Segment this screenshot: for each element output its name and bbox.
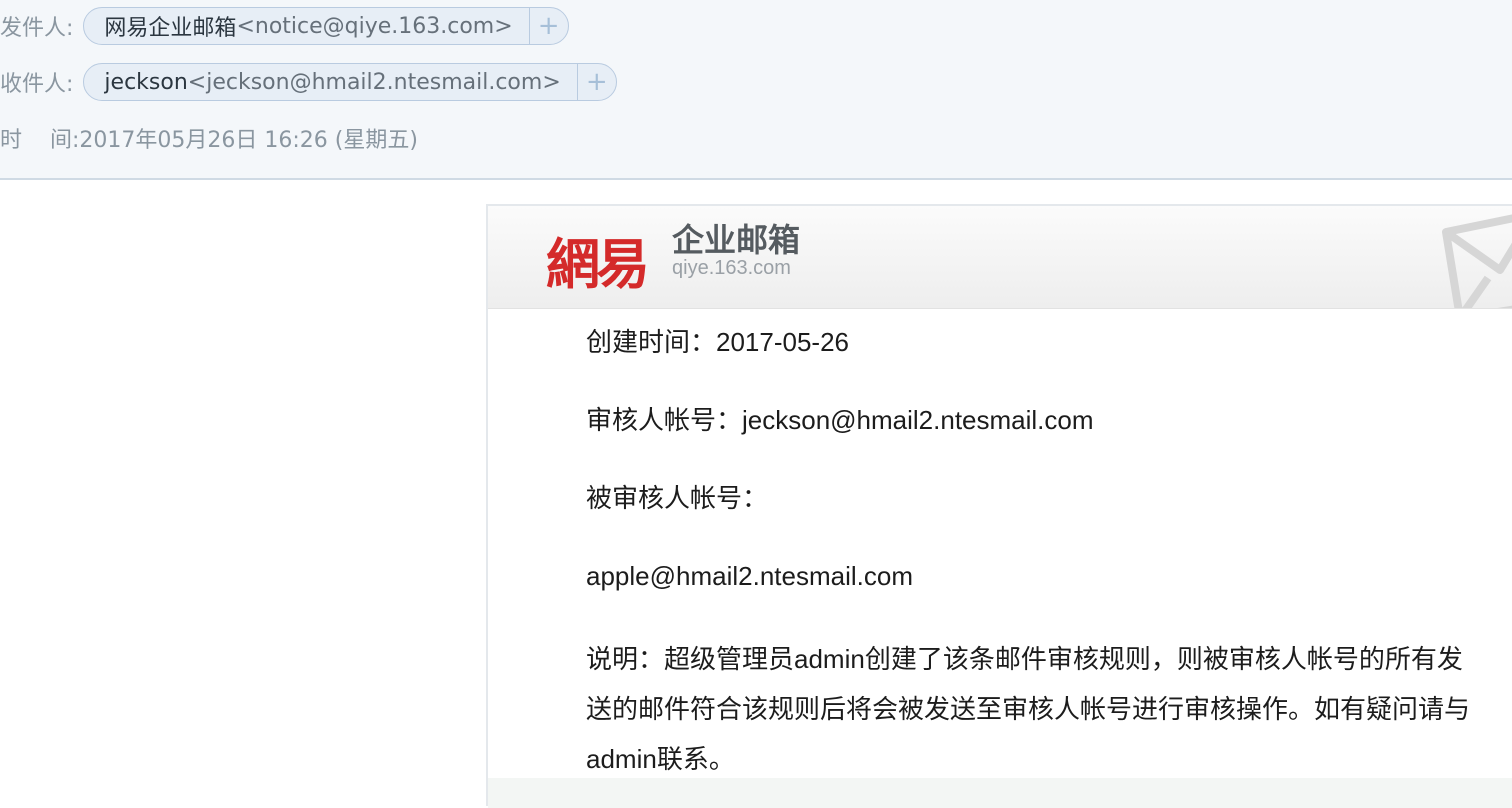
sender-chip[interactable]: 网易企业邮箱 <notice@qiye.163.com> + — [83, 7, 569, 45]
envelope-icon — [1442, 214, 1512, 308]
product-domain: qiye.163.com — [672, 257, 791, 279]
from-row: 发件人: 网易企业邮箱 <notice@qiye.163.com> + — [0, 6, 569, 46]
reviewer-account: 审核人帐号：jeckson@hmail2.ntesmail.com — [586, 405, 1094, 435]
time-value: 2017年05月26日 16:26 (星期五) — [79, 128, 418, 153]
recipient-address: <jeckson@hmail2.ntesmail.com> — [187, 69, 561, 95]
card-footer-strip — [488, 778, 1512, 808]
from-label: 发件人: — [0, 16, 74, 41]
mail-body-card: 網易 企业邮箱 qiye.163.com 创建时间：2017-05-26 审核人… — [486, 204, 1512, 808]
recipient-chip[interactable]: jeckson <jeckson@hmail2.ntesmail.com> + — [83, 63, 617, 101]
sender-name: 网易企业邮箱 — [104, 16, 237, 41]
product-title: 企业邮箱 qiye.163.com — [672, 222, 800, 278]
add-recipient-contact-icon[interactable]: + — [576, 64, 616, 100]
to-label: 收件人: — [0, 72, 74, 97]
rule-description: 说明：超级管理员admin创建了该条邮件审核规则，则被审核人帐号的所有发送的邮件… — [586, 644, 1471, 774]
product-name: 企业邮箱 — [672, 221, 801, 259]
created-time: 创建时间：2017-05-26 — [586, 327, 849, 357]
mail-header: 发件人: 网易企业邮箱 <notice@qiye.163.com> + 收件人:… — [0, 0, 1512, 180]
time-row: 时 间: 2017年05月26日 16:26 (星期五) — [0, 118, 418, 158]
netease-banner: 網易 企业邮箱 qiye.163.com — [488, 206, 1512, 309]
reviewee-label: 被审核人帐号： — [586, 483, 769, 513]
netease-logo: 網易 — [546, 232, 650, 296]
reviewee-address: apple@hmail2.ntesmail.com — [586, 561, 913, 591]
add-sender-contact-icon[interactable]: + — [528, 8, 568, 44]
recipient-name: jeckson — [104, 69, 188, 95]
mail-content: 创建时间：2017-05-26 审核人帐号：jeckson@hmail2.nte… — [586, 322, 1486, 784]
to-row: 收件人: jeckson <jeckson@hmail2.ntesmail.co… — [0, 62, 617, 102]
time-label: 时 间: — [0, 128, 80, 153]
sender-address: <notice@qiye.163.com> — [236, 13, 513, 39]
